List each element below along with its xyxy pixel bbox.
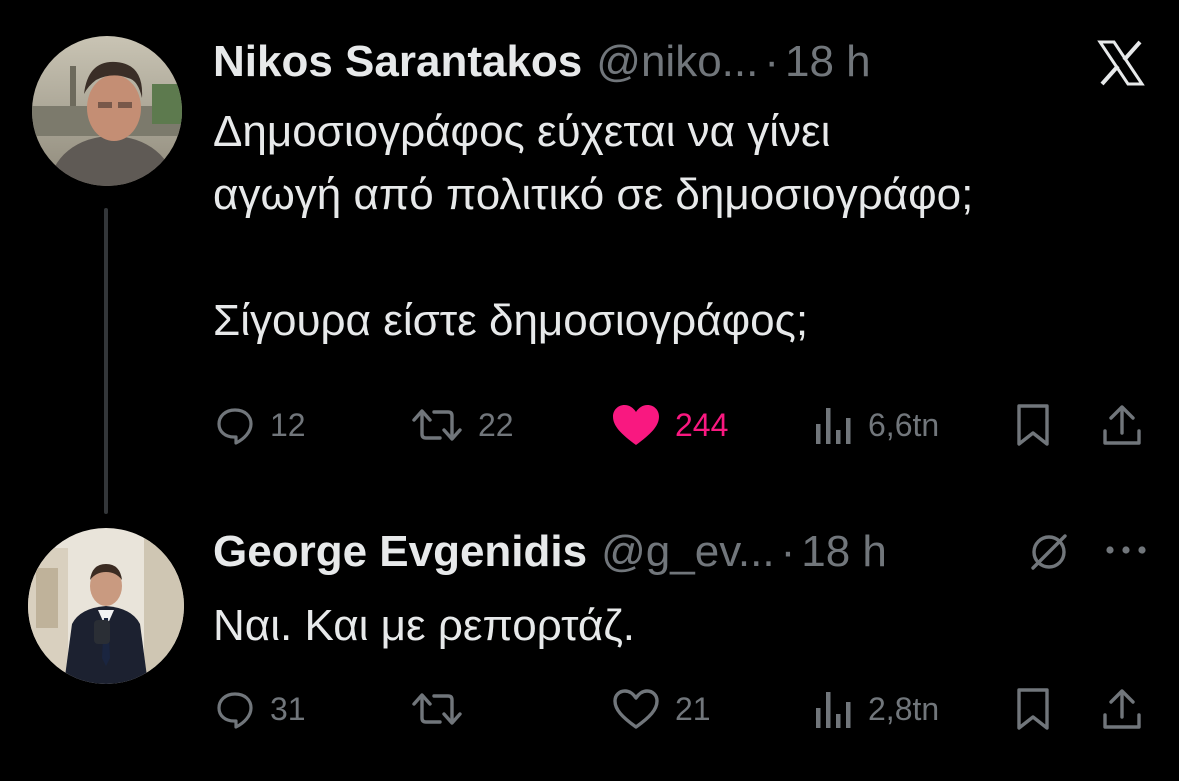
tweet-text: Ναι. Και με ρεπορτάζ. [213, 601, 635, 650]
heart-filled-icon [613, 405, 659, 445]
views-count: 2,8tn [868, 690, 940, 727]
user-handle[interactable]: @g_ev... [601, 530, 775, 574]
bookmark-icon [1017, 688, 1049, 730]
bookmark-icon [1017, 404, 1049, 446]
separator-dot: · [764, 37, 779, 86]
thread-connector-line [104, 208, 108, 514]
retweet-icon [412, 693, 462, 725]
tweet-text: Δημοσιογράφος εύχεται να γίνει αγωγή από… [213, 107, 974, 345]
reply-icon [217, 692, 253, 729]
reply-count: 12 [270, 406, 306, 443]
views-count: 6,6tn [868, 406, 940, 443]
share-button[interactable] [1101, 683, 1143, 735]
avatar[interactable] [32, 36, 182, 186]
like-button[interactable]: 21 [611, 683, 711, 735]
tweet-header: George Evgenidis @g_ev... · 18 h [213, 530, 887, 574]
heart-outline-icon [613, 689, 659, 729]
views-chart-icon [816, 408, 851, 444]
display-name[interactable]: George Evgenidis [213, 530, 587, 574]
x-logo-icon [1096, 38, 1146, 93]
share-button[interactable] [1101, 399, 1143, 451]
display-name[interactable]: Nikos Sarantakos [213, 40, 582, 84]
timestamp[interactable]: 18 h [801, 530, 887, 574]
views-button[interactable]: 2,8tn [814, 683, 939, 735]
share-icon [1103, 405, 1141, 445]
more-icon[interactable] [1104, 540, 1148, 565]
avatar[interactable] [28, 528, 184, 684]
reply-count: 31 [270, 690, 306, 727]
like-count: 244 [675, 406, 729, 443]
share-icon [1103, 689, 1141, 729]
like-button[interactable]: 244 [611, 399, 728, 451]
views-chart-icon [816, 692, 851, 728]
reply-button[interactable]: 31 [214, 683, 306, 735]
slash-circle-icon[interactable] [1027, 530, 1071, 579]
timestamp[interactable]: 18 h [785, 40, 871, 84]
retweet-button[interactable] [410, 683, 478, 735]
separator-dot: · [780, 527, 796, 576]
reply-icon [217, 408, 253, 445]
retweet-count: 22 [478, 406, 514, 443]
bookmark-button[interactable] [1014, 399, 1052, 451]
like-count: 21 [675, 690, 711, 727]
retweet-icon [412, 409, 462, 441]
bookmark-button[interactable] [1014, 683, 1052, 735]
tweet-header: Nikos Sarantakos @niko... · 18 h [213, 40, 871, 84]
views-button[interactable]: 6,6tn [814, 399, 939, 451]
reply-button[interactable]: 12 [214, 399, 306, 451]
user-handle[interactable]: @niko... [596, 40, 758, 84]
retweet-button[interactable]: 22 [410, 399, 514, 451]
